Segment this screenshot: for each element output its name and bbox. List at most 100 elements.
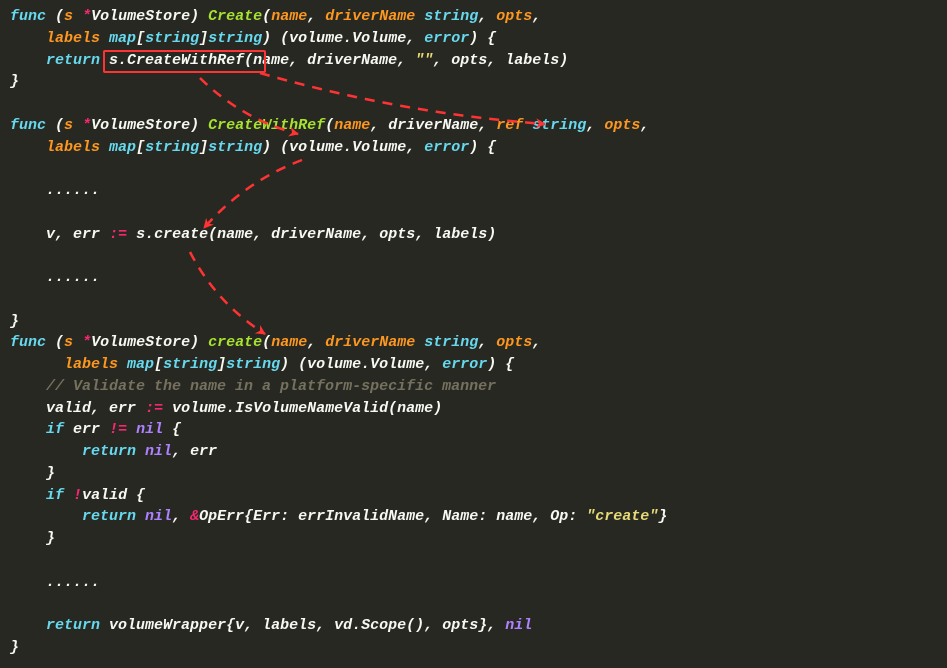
brace-close: }	[46, 465, 55, 482]
arg-name: name	[217, 226, 253, 243]
ret-error: error	[442, 356, 487, 373]
var-valid: valid	[82, 487, 127, 504]
recv-type: VolumeStore	[91, 117, 190, 134]
nil: nil	[145, 443, 172, 460]
kw-return: return	[46, 52, 100, 69]
kw-if: if	[46, 421, 64, 438]
fn-create: Create	[208, 8, 262, 25]
p-ref: ref	[496, 117, 523, 134]
p-opts: opts	[496, 8, 532, 25]
p-driver: driverName	[388, 117, 478, 134]
call-isvolumenamevalid: volume.IsVolumeNameValid	[172, 400, 388, 417]
arg-name: name	[397, 400, 433, 417]
val-errinvalidname: errInvalidName	[298, 508, 424, 525]
var-valid: valid	[46, 400, 91, 417]
brace-close: }	[46, 530, 55, 547]
var-err: err	[190, 443, 217, 460]
p-opts: opts	[496, 334, 532, 351]
p-opts: opts	[604, 117, 640, 134]
op-neq: !=	[109, 421, 127, 438]
p-labels: labels	[46, 30, 100, 47]
ellipsis: ......	[46, 269, 100, 286]
t-string: string	[208, 30, 262, 47]
arg-opts: opts	[442, 617, 478, 634]
str-create: "create"	[586, 508, 658, 525]
t-map: map	[109, 139, 136, 156]
t-map: map	[127, 356, 154, 373]
ptr-star: *	[82, 117, 91, 134]
t-string: string	[226, 356, 280, 373]
op-assign: :=	[145, 400, 163, 417]
call-createwithref: s.CreateWithRef	[109, 52, 244, 69]
key-err: Err	[253, 508, 280, 525]
arg-name: name	[253, 52, 289, 69]
arg-driver: driverName	[271, 226, 361, 243]
key-op: Op	[550, 508, 568, 525]
arg-labels: labels	[433, 226, 487, 243]
recv-type: VolumeStore	[91, 334, 190, 351]
val-name: name	[496, 508, 532, 525]
ret-error: error	[424, 30, 469, 47]
recv-type: VolumeStore	[91, 8, 190, 25]
nil: nil	[136, 421, 163, 438]
kw-func: func	[10, 117, 46, 134]
recv-s: s	[64, 334, 73, 351]
brace-close: }	[10, 639, 19, 656]
ret-volume: volume.Volume	[307, 356, 424, 373]
arg-opts: opts	[451, 52, 487, 69]
ret-volume: volume.Volume	[289, 30, 406, 47]
op-amp: &	[190, 508, 199, 525]
fn-create-lower: create	[208, 334, 262, 351]
t-string: string	[145, 30, 199, 47]
var-err: err	[73, 226, 100, 243]
recv-s: s	[64, 117, 73, 134]
nil: nil	[505, 617, 532, 634]
kw-func: func	[10, 334, 46, 351]
type-volumewrapper: volumeWrapper	[109, 617, 226, 634]
kw-return: return	[46, 617, 100, 634]
type-operr: OpErr	[199, 508, 244, 525]
p-name: name	[271, 334, 307, 351]
arg-labels: labels	[505, 52, 559, 69]
brace-close: }	[10, 313, 19, 330]
ret-volume: volume.Volume	[289, 139, 406, 156]
ellipsis: ......	[46, 182, 100, 199]
kw-return: return	[82, 508, 136, 525]
kw-if: if	[46, 487, 64, 504]
var-err: err	[109, 400, 136, 417]
brace-close: }	[10, 73, 19, 90]
t-map: map	[109, 30, 136, 47]
var-err: err	[73, 421, 100, 438]
recv-s: s	[64, 8, 73, 25]
t-string: string	[145, 139, 199, 156]
p-name: name	[334, 117, 370, 134]
code-block: func (s *VolumeStore) Create(name, drive…	[0, 0, 947, 665]
p-driver: driverName	[325, 334, 415, 351]
t-string: string	[163, 356, 217, 373]
p-name: name	[271, 8, 307, 25]
t-string: string	[208, 139, 262, 156]
arg-v: v	[235, 617, 244, 634]
kw-func: func	[10, 8, 46, 25]
var-v: v	[46, 226, 55, 243]
arg-empty-str: ""	[415, 52, 433, 69]
ptr-star: *	[82, 8, 91, 25]
call-scope: vd.Scope	[334, 617, 406, 634]
op-bang: !	[73, 487, 82, 504]
call-create: s.create	[136, 226, 208, 243]
arg-opts: opts	[379, 226, 415, 243]
ellipsis: ......	[46, 574, 100, 591]
p-labels: labels	[64, 356, 118, 373]
p-labels: labels	[46, 139, 100, 156]
fn-createwithref: CreateWithRef	[208, 117, 325, 134]
arg-labels: labels	[262, 617, 316, 634]
kw-return: return	[82, 443, 136, 460]
t-string: string	[424, 8, 478, 25]
nil: nil	[145, 508, 172, 525]
ret-error: error	[424, 139, 469, 156]
comment: // Validate the name in a platform-speci…	[46, 378, 496, 395]
key-name: Name	[442, 508, 478, 525]
op-assign: :=	[109, 226, 127, 243]
ptr-star: *	[82, 334, 91, 351]
t-string: string	[532, 117, 586, 134]
